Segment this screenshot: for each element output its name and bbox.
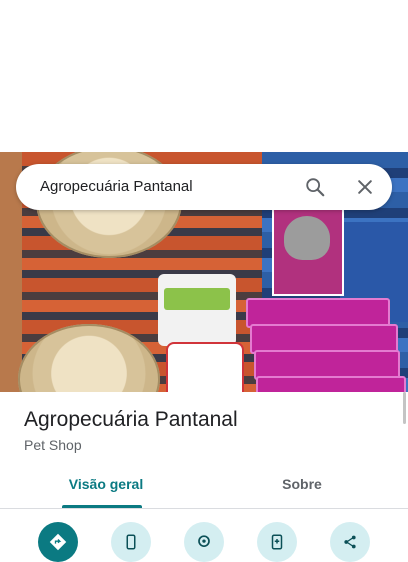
feed-bucket-red (166, 342, 244, 392)
directions-icon (49, 533, 67, 551)
tab-about[interactable]: Sobre (244, 476, 360, 492)
tab-overview[interactable]: Visão geral (48, 476, 164, 492)
scrollbar[interactable] (403, 392, 406, 424)
save-button[interactable] (257, 522, 297, 562)
feed-bucket-green (158, 274, 236, 346)
location-icon (198, 535, 210, 547)
close-icon[interactable] (352, 174, 378, 200)
place-category[interactable]: Pet Shop (24, 437, 82, 453)
call-button[interactable] (111, 522, 151, 562)
search-bar[interactable]: Agropecuária Pantanal (16, 164, 392, 210)
nearby-button[interactable] (184, 522, 224, 562)
pink-bag (256, 376, 406, 392)
share-icon (344, 535, 356, 549)
place-title: Agropecuária Pantanal (24, 408, 238, 431)
cat-face-graphic (284, 216, 330, 260)
share-button[interactable] (330, 522, 370, 562)
tabs-divider (0, 508, 408, 509)
search-icon[interactable] (302, 174, 328, 200)
top-blank-area (0, 0, 408, 152)
cat-food-bag (272, 208, 344, 296)
bucket-label (164, 288, 230, 310)
save-icon (271, 534, 283, 550)
phone-icon (126, 534, 136, 550)
search-input[interactable]: Agropecuária Pantanal (40, 178, 193, 195)
directions-button[interactable] (38, 522, 78, 562)
